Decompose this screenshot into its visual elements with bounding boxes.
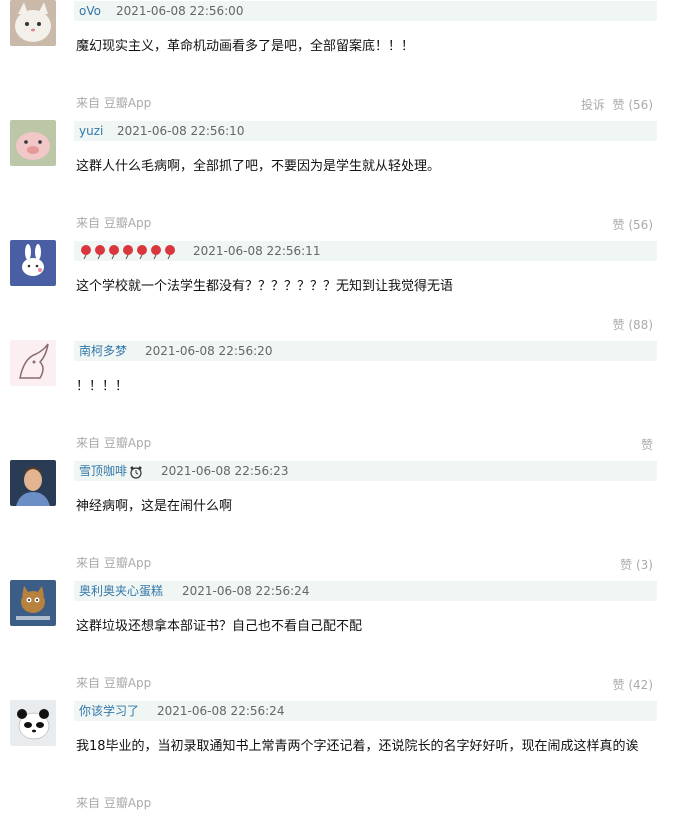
comment-time: 2021-06-08 22:56:24 (182, 584, 310, 598)
comment-source: 来自 豆瓣App (76, 556, 152, 570)
comment-meta: 你该学习了 2021-06-08 22:56:24 (74, 701, 657, 721)
comment-text: 这群垃圾还想拿本部证书？自己也不看自己配不配 (76, 619, 363, 634)
comment-item: yuzi 2021-06-08 22:56:10 这群人什么毛病啊，全部抓了吧，… (0, 120, 695, 240)
comment-meta: 2021-06-08 22:56:11 (74, 241, 657, 261)
comment-time: 2021-06-08 22:56:10 (117, 124, 245, 138)
comment-time: 2021-06-08 22:56:00 (116, 4, 244, 18)
man-photo-avatar-icon (10, 460, 56, 506)
comment-text: 这个学校就一个法学生都没有？？？？？？？无知到让我觉得无语 (76, 279, 454, 294)
author-name[interactable]: oVo (79, 1, 101, 21)
comment-item: 奥利奥夹心蛋糕 2021-06-08 22:56:24 这群垃圾还想拿本部证书？… (0, 580, 695, 700)
like-button[interactable]: 赞 (88) (613, 316, 653, 333)
comment-time: 2021-06-08 22:56:11 (193, 244, 321, 258)
user-avatar[interactable] (10, 240, 56, 286)
comment-time: 2021-06-08 22:56:20 (145, 344, 273, 358)
comment-source: 来自 豆瓣App (76, 676, 152, 690)
author-name-text: 雪顶咖啡 (79, 464, 128, 478)
comment-meta: yuzi 2021-06-08 22:56:10 (74, 121, 657, 141)
comment-text: 魔幻现实主义，革命机动画看多了是吧，全部留案底！！！ (76, 39, 415, 54)
comment-item: 南柯多梦 2021-06-08 22:56:20 ！！！！ 来自 豆瓣App 赞 (0, 340, 695, 460)
comment-source: 来自 豆瓣App (76, 436, 152, 450)
user-avatar[interactable] (10, 0, 56, 46)
comment-text: 我18毕业的，当初录取通知书上常青两个字还记着，还说院长的名字好好听，现在闹成这… (76, 739, 639, 754)
fox-sketch-avatar-icon (10, 340, 56, 386)
author-name[interactable]: 雪顶咖啡 (79, 461, 143, 481)
heart-balloon-icons (81, 245, 175, 260)
author-name[interactable]: yuzi (79, 121, 103, 141)
alarm-clock-icon (130, 466, 142, 479)
comment-item: 雪顶咖啡 2021-06-08 22:56:23 神经病啊，这是在闹什么啊 来自… (0, 460, 695, 580)
user-avatar[interactable] (10, 700, 56, 746)
comment-text: ！！！！ (76, 379, 129, 394)
comment-item: oVo 2021-06-08 22:56:00 魔幻现实主义，革命机动画看多了是… (0, 0, 695, 120)
cartoon-cat-avatar-icon (10, 580, 56, 626)
report-link[interactable]: 投诉 (581, 96, 605, 113)
comment-meta: 雪顶咖啡 2021-06-08 22:56:23 (74, 461, 657, 481)
pig-plush-avatar-icon (10, 120, 56, 166)
comment-meta: 奥利奥夹心蛋糕 2021-06-08 22:56:24 (74, 581, 657, 601)
like-button[interactable]: 赞 (641, 436, 653, 453)
comment-item: 你该学习了 2021-06-08 22:56:24 我18毕业的，当初录取通知书… (0, 700, 695, 820)
comment-source: 来自 豆瓣App (76, 96, 152, 110)
panda-avatar-icon (10, 700, 56, 746)
comment-source: 来自 豆瓣App (76, 796, 152, 810)
bunny-avatar-icon (10, 240, 56, 286)
like-button[interactable]: 赞 (3) (620, 556, 653, 573)
comment-time: 2021-06-08 22:56:24 (157, 704, 285, 718)
author-name[interactable]: 南柯多梦 (79, 341, 127, 361)
comment-text: 这群人什么毛病啊，全部抓了吧，不要因为是学生就从轻处理。 (76, 159, 441, 174)
author-name[interactable]: 奥利奥夹心蛋糕 (79, 581, 163, 601)
author-name[interactable] (79, 243, 179, 265)
comment-time: 2021-06-08 22:56:23 (161, 464, 289, 478)
user-avatar[interactable] (10, 340, 56, 386)
comment-meta: 南柯多梦 2021-06-08 22:56:20 (74, 341, 657, 361)
user-avatar[interactable] (10, 460, 56, 506)
like-button[interactable]: 赞 (42) (613, 676, 653, 693)
white-cat-avatar-icon (10, 0, 56, 46)
user-avatar[interactable] (10, 120, 56, 166)
comment-text: 神经病啊，这是在闹什么啊 (76, 499, 233, 514)
user-avatar[interactable] (10, 580, 56, 626)
like-button[interactable]: 赞 (56) (613, 216, 653, 233)
comment-meta: oVo 2021-06-08 22:56:00 (74, 1, 657, 21)
like-button[interactable]: 赞 (56) (613, 96, 653, 113)
comment-source: 来自 豆瓣App (76, 216, 152, 230)
author-name[interactable]: 你该学习了 (79, 701, 139, 721)
